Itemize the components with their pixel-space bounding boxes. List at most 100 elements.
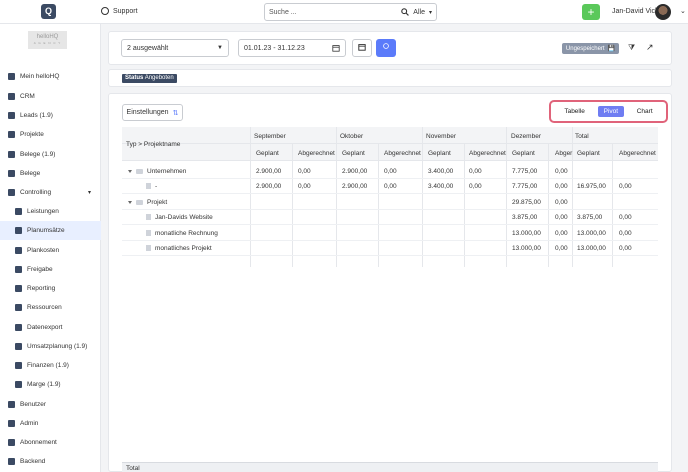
- column-subheader[interactable]: Geplant: [577, 150, 600, 157]
- ressourcen-icon: [15, 304, 22, 311]
- row-label: monatliches Projekt: [155, 245, 212, 252]
- brand-tagline: A G E N C Y: [33, 41, 62, 45]
- value-cell: 0,00: [619, 245, 632, 252]
- sidebar-item-finanzen[interactable]: Finanzen (1.9): [0, 356, 101, 375]
- sidebar-item-umsatzplanung[interactable]: Umsatzplanung (1.9): [0, 337, 101, 356]
- add-button[interactable]: +: [582, 4, 600, 20]
- month-header[interactable]: Oktober: [340, 133, 363, 140]
- refresh-button[interactable]: [376, 39, 396, 57]
- controlling-icon: [8, 189, 15, 196]
- datenexport-icon: [15, 324, 22, 331]
- month-header[interactable]: November: [426, 133, 456, 140]
- global-search[interactable]: Suche ... Alle ▾: [264, 3, 437, 21]
- column-subheader[interactable]: Abgerechnet: [469, 150, 506, 157]
- row-header[interactable]: Typ > Projektname: [126, 141, 180, 148]
- sidebar-item-plankosten[interactable]: Plankosten: [0, 241, 101, 260]
- sidebar-item-mein-hellohq[interactable]: Mein helloHQ: [0, 67, 101, 86]
- value-cell: 3.400,00: [428, 183, 454, 190]
- column-subheader[interactable]: Abger: [555, 150, 572, 157]
- column-subheader[interactable]: Geplant: [428, 150, 451, 157]
- support-link[interactable]: Support: [101, 7, 138, 15]
- search-scope-select[interactable]: Alle: [413, 9, 425, 16]
- document-icon: [146, 245, 151, 252]
- column-subheader[interactable]: Abgerechnet: [298, 150, 335, 157]
- folder-icon: [136, 168, 143, 174]
- table-row[interactable]: Unternehmen 2.900,00 0,00 2.900,00 0,00 3.400…: [122, 164, 658, 179]
- external-link-icon[interactable]: ↗: [646, 42, 654, 53]
- sidebar-item-benutzer[interactable]: Benutzer: [0, 395, 101, 414]
- row-label: monatliche Rechnung: [155, 230, 218, 237]
- sidebar-item-freigabe[interactable]: Freigabe: [0, 260, 101, 279]
- tab-chart[interactable]: Chart: [631, 106, 659, 117]
- user-menu-chevron-icon[interactable]: ⌄: [680, 7, 686, 15]
- document-icon: [146, 230, 151, 237]
- tab-tabelle[interactable]: Tabelle: [558, 106, 591, 117]
- row-label-cell: monatliche Rechnung: [146, 230, 218, 237]
- folder-icon: [136, 199, 143, 205]
- value-cell: 0,00: [469, 168, 482, 175]
- projekte-icon: [8, 131, 15, 138]
- sidebar-item-label: Admin: [20, 420, 39, 427]
- sidebar-item-admin[interactable]: Admin: [0, 414, 101, 433]
- selection-dropdown[interactable]: 2 ausgewählt ▼: [121, 39, 229, 57]
- settings-button[interactable]: Einstellungen ⇅: [122, 104, 183, 121]
- sidebar-item-label: Abonnement: [20, 439, 57, 446]
- month-header[interactable]: September: [254, 133, 286, 140]
- column-subheader[interactable]: Geplant: [512, 150, 535, 157]
- sidebar-item-reporting[interactable]: Reporting: [0, 279, 101, 298]
- sidebar-item-planumsaetze[interactable]: Planumsätze: [0, 221, 101, 240]
- sidebar-item-projekte[interactable]: Projekte: [0, 125, 101, 144]
- expand-caret-icon[interactable]: [128, 200, 132, 204]
- status-filter-chip[interactable]: Status Angeboten: [122, 74, 177, 83]
- backend-icon: [8, 458, 15, 465]
- value-cell: 0,00: [555, 168, 568, 175]
- search-input[interactable]: Suche ...: [269, 9, 401, 16]
- value-cell: 7.775,00: [512, 168, 538, 175]
- tab-pivot[interactable]: Pivot: [597, 106, 625, 117]
- calendar-button[interactable]: [352, 39, 372, 57]
- total-label: Total: [126, 465, 140, 472]
- sidebar-item-ressourcen[interactable]: Ressourcen: [0, 298, 101, 317]
- column-subheader[interactable]: Abgerechnet: [384, 150, 421, 157]
- sidebar-item-abonnement[interactable]: Abonnement: [0, 433, 101, 452]
- filter-icon[interactable]: ⧩: [628, 43, 635, 53]
- sidebar-item-belege-19[interactable]: Belege (1.9): [0, 145, 101, 164]
- sidebar-item-marge[interactable]: Marge (1.9): [0, 375, 101, 394]
- table-row[interactable]: monatliche Rechnung 13.000,00 0,00 13.000,0…: [122, 226, 658, 241]
- chevron-down-icon[interactable]: ▾: [88, 189, 91, 196]
- sidebar-item-datenexport[interactable]: Datenexport: [0, 318, 101, 337]
- avatar[interactable]: [655, 4, 671, 20]
- calendar-picker-icon: [332, 45, 340, 52]
- expand-caret-icon[interactable]: [128, 169, 132, 173]
- user-name[interactable]: Jan-David Vick: [612, 8, 659, 15]
- column-subheader[interactable]: Geplant: [256, 150, 279, 157]
- brand-logo: helloHQ A G E N C Y: [28, 31, 67, 49]
- sidebar-item-backend[interactable]: Backend: [0, 452, 101, 471]
- sidebar-item-label: Mein helloHQ: [20, 73, 60, 80]
- table-row[interactable]: Jan-Davids Website 3.875,00 0,00 3.875,00 0,…: [122, 210, 658, 225]
- column-subheader[interactable]: Geplant: [342, 150, 365, 157]
- sidebar-item-controlling[interactable]: Controlling ▾: [0, 183, 101, 202]
- plankosten-icon: [15, 247, 22, 254]
- support-label: Support: [113, 7, 138, 15]
- sidebar-item-label: Leistungen: [27, 208, 59, 215]
- unsaved-badge[interactable]: Ungespeichert 💾: [562, 43, 619, 54]
- sidebar-item-leads[interactable]: Leads (1.9): [0, 106, 101, 125]
- document-icon: [146, 214, 151, 221]
- sidebar-item-leistungen[interactable]: Leistungen: [0, 202, 101, 221]
- table-row[interactable]: - 2.900,00 0,00 2.900,00 0,00 3.400,00 0,00 7.7…: [122, 179, 658, 194]
- column-subheader[interactable]: Abgerechnet: [619, 150, 656, 157]
- month-header[interactable]: Total: [575, 133, 589, 140]
- dropdown-caret-icon: ▼: [217, 45, 223, 51]
- sidebar-item-crm[interactable]: CRM: [0, 87, 101, 106]
- month-header[interactable]: Dezember: [511, 133, 541, 140]
- table-row[interactable]: Projekt 29.875,00 0,00: [122, 195, 658, 210]
- sidebar-item-belege[interactable]: Belege: [0, 164, 101, 183]
- view-toggle: Tabelle Pivot Chart: [549, 100, 668, 123]
- benutzer-icon: [8, 401, 15, 408]
- row-label: Projekt: [147, 199, 168, 206]
- value-cell: 3.875,00: [512, 214, 538, 221]
- table-row[interactable]: monatliches Projekt 13.000,00 0,00 13.000,0…: [122, 241, 658, 256]
- date-range-field[interactable]: 01.01.23 - 31.12.23: [238, 39, 346, 57]
- app-logo[interactable]: Q: [41, 4, 56, 19]
